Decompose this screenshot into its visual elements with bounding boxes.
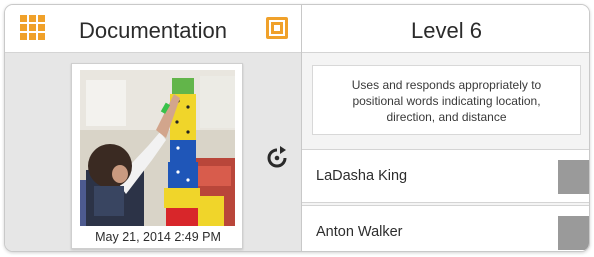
student-name: LaDasha King xyxy=(316,168,408,184)
level-pane: Level 6 Uses and responds appropriately … xyxy=(302,5,589,251)
documentation-pane: Documentation May 21, 2014 2:49 PM xyxy=(5,5,301,251)
documentation-photo xyxy=(80,70,235,226)
student-name: Anton Walker xyxy=(316,224,403,240)
student-checkbox[interactable] xyxy=(558,160,589,194)
documentation-header: Documentation xyxy=(5,5,301,53)
rotate-icon[interactable] xyxy=(264,145,290,171)
student-row-anton-walker[interactable]: Anton Walker xyxy=(302,205,589,251)
documentation-title: Documentation xyxy=(79,18,227,43)
level-title: Level 6 xyxy=(302,5,589,53)
student-checkbox[interactable] xyxy=(558,216,589,250)
student-row-ladasha-king[interactable]: LaDasha King xyxy=(302,149,589,203)
app-frame: Documentation May 21, 2014 2:49 PM Level… xyxy=(4,4,590,252)
photo-card[interactable]: May 21, 2014 2:49 PM xyxy=(71,63,243,249)
photo-timestamp: May 21, 2014 2:49 PM xyxy=(95,230,221,244)
grid-menu-icon[interactable] xyxy=(20,15,46,41)
standard-description: Uses and responds appropriately to posit… xyxy=(312,65,581,135)
share-icon[interactable] xyxy=(265,16,289,40)
